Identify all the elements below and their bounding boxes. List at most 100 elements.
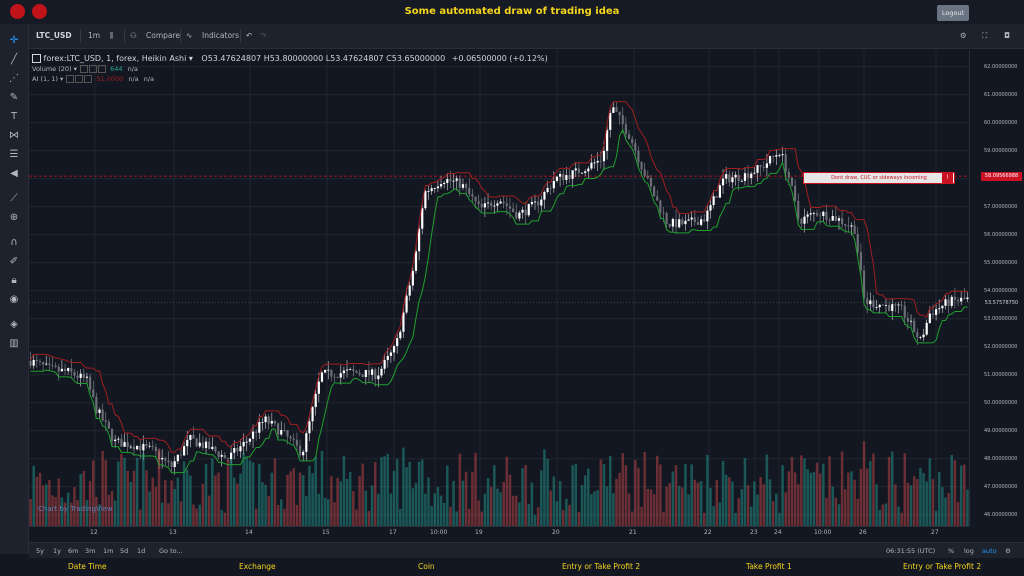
resistance-line xyxy=(30,101,968,453)
lock-icon[interactable]: 🔒︎ xyxy=(6,274,22,288)
camera-icon[interactable]: ◘ xyxy=(1004,24,1010,48)
fullscreen-icon[interactable]: ⛶ xyxy=(982,24,987,48)
log-toggle[interactable]: log xyxy=(964,543,974,559)
volume-bar xyxy=(345,478,349,526)
candle-body xyxy=(295,439,298,446)
volume-bar xyxy=(693,479,697,526)
indicators-button[interactable]: Indicators xyxy=(202,24,239,48)
magnet-icon[interactable]: ∩ xyxy=(6,236,22,250)
eye-icon[interactable]: ◉ xyxy=(6,293,22,307)
price-axis[interactable]: 62.00000000 61.00000000 60.00000000 59.0000… xyxy=(969,50,1024,526)
candle-body xyxy=(947,299,950,306)
fib-icon[interactable]: ⋰ xyxy=(6,72,22,86)
candle-body xyxy=(797,200,800,219)
indicators-icon: ∿ xyxy=(186,31,193,40)
ai-study-label[interactable]: AI (1, 1) xyxy=(32,75,58,83)
candle-body xyxy=(367,370,371,375)
chart-legend: forex:LTC_USD, 1, forex, Heikin Ashi ▾ O… xyxy=(32,54,548,83)
volume-bar xyxy=(493,465,496,526)
page-title: Some automated draw of trading idea xyxy=(404,6,620,17)
text-icon[interactable]: T xyxy=(6,110,22,124)
bottom-bar: 5y 1y 6m 3m 1m 5d 1d Go to... 06:31:55 (… xyxy=(29,542,1024,559)
lock-drawing-icon[interactable]: ✐ xyxy=(6,255,22,269)
alert-button[interactable]: ! xyxy=(942,172,953,184)
candle-body xyxy=(706,210,709,222)
candle-body xyxy=(844,224,847,226)
candle-body xyxy=(292,438,295,440)
candle-body xyxy=(308,421,311,434)
candle-body xyxy=(925,322,928,335)
trash-icon[interactable]: ▥ xyxy=(6,337,22,351)
range-1m[interactable]: 1m xyxy=(103,543,113,559)
undo-icon[interactable]: ↶ xyxy=(246,24,252,48)
zoom-icon[interactable]: ⊕ xyxy=(6,211,22,225)
volume-bar xyxy=(170,480,173,526)
time-tick-label: 27 xyxy=(931,529,939,536)
candle-body xyxy=(446,179,449,183)
volume-bar xyxy=(420,459,424,526)
redo-icon[interactable]: ↷ xyxy=(260,24,266,48)
candle-body xyxy=(311,407,314,422)
candle-body xyxy=(342,370,345,374)
time-axis[interactable]: 12 13 14 15 17 10:00 19 20 21 22 23 24 10:00 26 27 xyxy=(29,526,969,543)
ruler-icon[interactable]: ⟋ xyxy=(6,192,22,206)
pattern-icon[interactable]: ⋈ xyxy=(6,129,22,143)
volume-bar xyxy=(859,468,863,526)
candle-body xyxy=(204,441,208,448)
prediction-icon[interactable]: ☰ xyxy=(6,148,22,162)
volume-bar xyxy=(643,451,646,526)
range-5y[interactable]: 5y xyxy=(36,543,44,559)
candle-body xyxy=(336,376,339,378)
candle-body xyxy=(430,188,433,192)
range-6m[interactable]: 6m xyxy=(68,543,78,559)
layers-icon[interactable]: ◈ xyxy=(6,318,22,332)
clock: 06:31:55 (UTC) xyxy=(886,547,936,555)
range-3m[interactable]: 3m xyxy=(85,543,95,559)
auto-toggle[interactable]: auto xyxy=(982,543,997,559)
candle-body xyxy=(173,461,176,468)
volume-bar xyxy=(724,474,728,526)
brush-icon[interactable]: ✎ xyxy=(6,91,22,105)
candle-body xyxy=(458,178,461,188)
candle-body xyxy=(98,409,101,413)
volume-bar xyxy=(383,456,386,526)
volume-bar xyxy=(486,478,490,526)
time-tick-label: 12 xyxy=(90,529,98,536)
candle-body xyxy=(593,162,596,164)
volume-study-label[interactable]: Volume (20) xyxy=(32,65,72,73)
candle-body xyxy=(653,186,656,197)
candle-body xyxy=(302,451,305,456)
range-5d[interactable]: 5d xyxy=(120,543,128,559)
range-1d[interactable]: 1d xyxy=(137,543,145,559)
volume-bar xyxy=(38,472,42,526)
volume-bar xyxy=(258,463,261,526)
back-arrow-icon[interactable]: ◀ xyxy=(6,167,22,181)
candle-body xyxy=(571,170,574,179)
settings-icon[interactable]: ⚙ xyxy=(960,24,967,48)
range-1y[interactable]: 1y xyxy=(53,543,61,559)
volume-bar xyxy=(903,453,907,526)
goto-button[interactable]: Go to... xyxy=(159,543,183,559)
volume-bar xyxy=(527,503,531,526)
volume-bar xyxy=(944,497,947,526)
chart-style-icon[interactable]: ⫼ xyxy=(110,24,113,48)
volume-bar xyxy=(480,511,484,526)
percent-toggle[interactable]: % xyxy=(948,543,954,559)
candle-body xyxy=(731,177,734,183)
logout-button[interactable]: Logout xyxy=(937,5,969,21)
volume-bar xyxy=(925,481,928,526)
symbol-search[interactable]: LTC_USD xyxy=(36,24,72,48)
volume-bar xyxy=(129,481,133,526)
price-chart[interactable] xyxy=(29,50,969,526)
trend-line-icon[interactable]: ╱ xyxy=(6,53,22,67)
volume-bar xyxy=(464,471,468,526)
candle-body xyxy=(333,376,336,378)
interval-button[interactable]: 1m xyxy=(88,24,100,48)
volume-bar xyxy=(160,502,164,526)
time-tick-label: 10:00 xyxy=(814,529,832,536)
settings-icon[interactable]: ⚙ xyxy=(1005,543,1011,559)
candle-body xyxy=(371,369,374,375)
compare-button[interactable]: Compare xyxy=(146,24,180,48)
volume-bar xyxy=(292,468,296,526)
crosshair-icon[interactable]: ✛ xyxy=(6,34,22,48)
